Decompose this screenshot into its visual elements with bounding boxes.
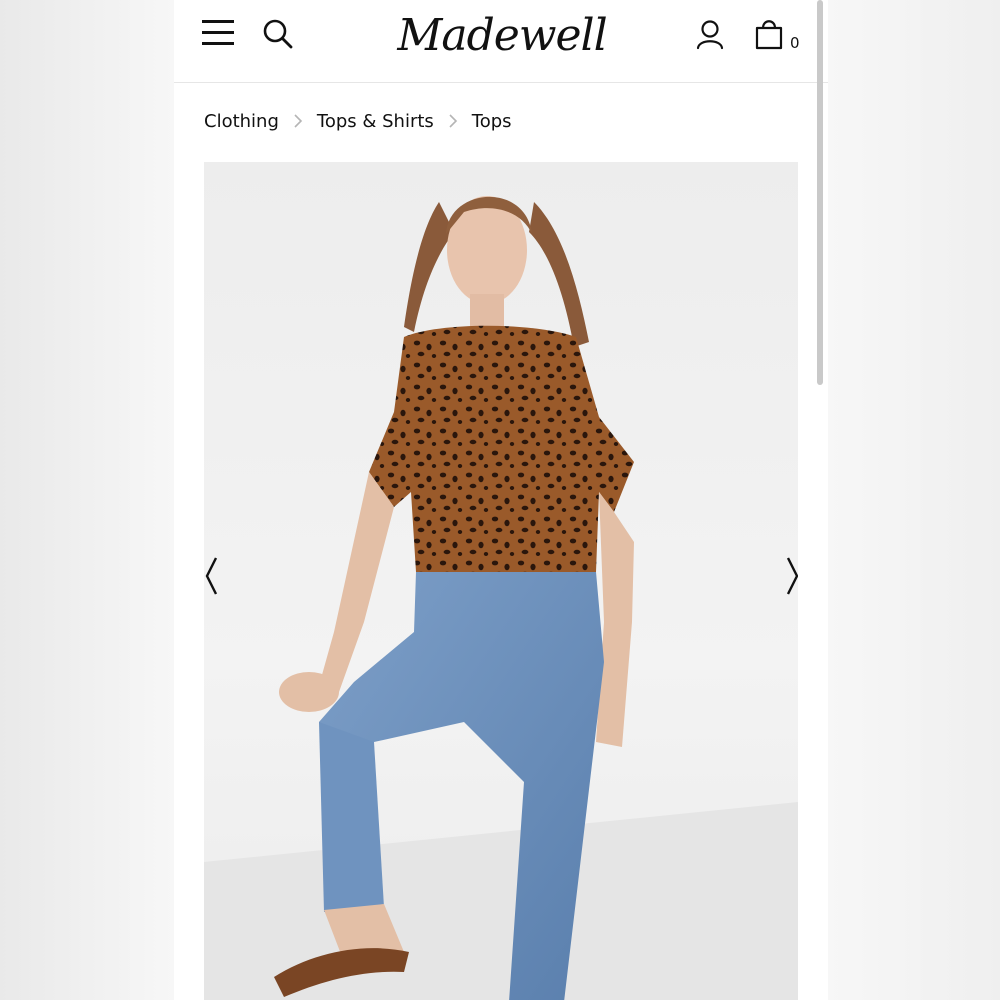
bag-count-badge: 0	[790, 34, 800, 52]
brand-logo[interactable]: Madewell	[392, 0, 612, 70]
gallery-next-button[interactable]	[780, 552, 798, 600]
chevron-right-icon	[786, 557, 798, 595]
hamburger-menu-icon	[202, 20, 234, 45]
page-scrollbar[interactable]	[817, 0, 823, 385]
search-icon	[263, 19, 293, 49]
menu-button[interactable]	[202, 18, 236, 48]
chevron-right-icon	[448, 113, 458, 129]
chevron-left-icon	[205, 557, 218, 595]
bag-button[interactable]: 0	[754, 16, 806, 56]
breadcrumb-tops-shirts[interactable]: Tops & Shirts	[317, 111, 434, 132]
product-image-gallery[interactable]	[204, 162, 798, 1000]
breadcrumb-clothing[interactable]: Clothing	[204, 111, 279, 132]
breadcrumb: Clothing Tops & Shirts Tops	[204, 104, 512, 138]
background-left	[0, 0, 174, 1000]
background-right	[828, 0, 1000, 1000]
user-icon	[696, 20, 724, 50]
chevron-right-icon	[293, 113, 303, 129]
site-header: Madewell 0	[174, 0, 828, 83]
breadcrumb-tops[interactable]: Tops	[472, 111, 512, 132]
account-button[interactable]	[694, 18, 726, 52]
shopping-bag-icon	[755, 20, 783, 50]
gallery-prev-button[interactable]	[204, 552, 224, 600]
product-photo	[204, 196, 798, 1000]
mobile-page: Madewell 0 Clothing Tops & Shirts Tops	[174, 0, 828, 1000]
search-button[interactable]	[262, 18, 294, 50]
